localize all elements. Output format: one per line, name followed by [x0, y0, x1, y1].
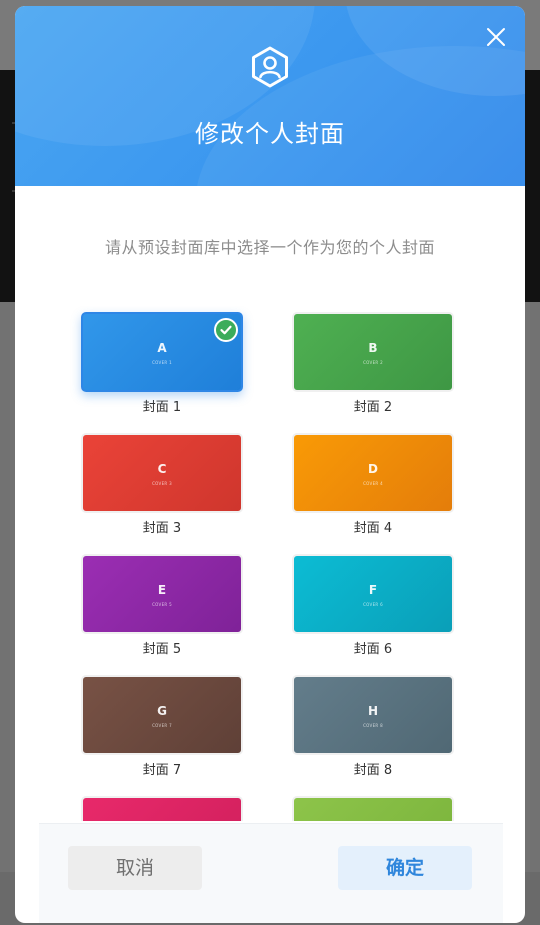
cover-label: 封面 2 [353, 400, 393, 415]
cover-thumbnail[interactable]: F COVER 6 [292, 554, 454, 634]
cancel-button[interactable]: 取消 [68, 846, 202, 890]
cover-letter: E [157, 583, 167, 597]
cover-caption: COVER 2 [363, 360, 383, 365]
modal-title: 修改个人封面 [195, 120, 345, 148]
cover-letter: G [157, 704, 167, 718]
user-hexagon-icon [252, 46, 288, 88]
close-icon[interactable] [485, 26, 507, 48]
cover-letter: H [367, 704, 379, 718]
cover-label: 封面 4 [353, 521, 393, 536]
modal-header: 修改个人封面 [15, 6, 525, 186]
cover-thumbnail[interactable] [292, 796, 454, 821]
cover-thumbnail[interactable]: A COVER 1 [81, 312, 243, 392]
cover-label: 封面 7 [142, 763, 182, 778]
cover-label: 封面 1 [142, 400, 182, 415]
cover-option[interactable]: E COVER 5 封面 5 [81, 554, 243, 657]
cover-caption: COVER 4 [363, 481, 383, 486]
cover-letter: D [368, 462, 378, 476]
cover-thumbnail[interactable]: H COVER 8 [292, 675, 454, 755]
cover-caption: COVER 1 [152, 360, 172, 365]
cover-thumbnail[interactable]: G COVER 7 [81, 675, 243, 755]
cover-caption: COVER 3 [152, 481, 172, 486]
selected-check-icon [214, 318, 238, 342]
cover-grid: A COVER 1 封面 1 B COVER 2 封面 2 C COVER 3 [15, 306, 525, 821]
cover-caption: COVER 6 [363, 602, 383, 607]
confirm-button[interactable]: 确定 [338, 846, 472, 890]
cover-caption: COVER 8 [363, 723, 383, 728]
cover-letter: B [368, 341, 378, 355]
cover-picker-modal: 修改个人封面 请从预设封面库中选择一个作为您的个人封面 A COVER 1 封面… [15, 6, 525, 923]
cover-option[interactable]: G COVER 7 封面 7 [81, 675, 243, 778]
cover-option[interactable]: A COVER 1 封面 1 [81, 312, 243, 415]
cover-label: 封面 8 [353, 763, 393, 778]
cover-thumbnail[interactable]: D COVER 4 [292, 433, 454, 513]
cover-option[interactable]: H COVER 8 封面 8 [292, 675, 454, 778]
cover-option[interactable] [292, 796, 454, 821]
cover-option[interactable]: F COVER 6 封面 6 [292, 554, 454, 657]
modal-footer: 取消 确定 [39, 823, 503, 923]
cover-option[interactable] [81, 796, 243, 821]
cover-option[interactable]: B COVER 2 封面 2 [292, 312, 454, 415]
cover-thumbnail[interactable]: C COVER 3 [81, 433, 243, 513]
cover-letter: C [157, 462, 167, 476]
modal-subtitle: 请从预设封面库中选择一个作为您的个人封面 [104, 238, 435, 257]
cover-label: 封面 6 [353, 642, 393, 657]
cover-letter: F [368, 583, 378, 597]
cover-caption: COVER 5 [152, 602, 172, 607]
cover-thumbnail[interactable] [81, 796, 243, 821]
cover-caption: COVER 7 [152, 723, 172, 728]
cover-option[interactable]: D COVER 4 封面 4 [292, 433, 454, 536]
cover-option[interactable]: C COVER 3 封面 3 [81, 433, 243, 536]
cover-label: 封面 3 [142, 521, 182, 536]
cover-letter: A [157, 341, 167, 355]
cover-thumbnail[interactable]: E COVER 5 [81, 554, 243, 634]
cover-label: 封面 5 [142, 642, 182, 657]
cover-thumbnail[interactable]: B COVER 2 [292, 312, 454, 392]
